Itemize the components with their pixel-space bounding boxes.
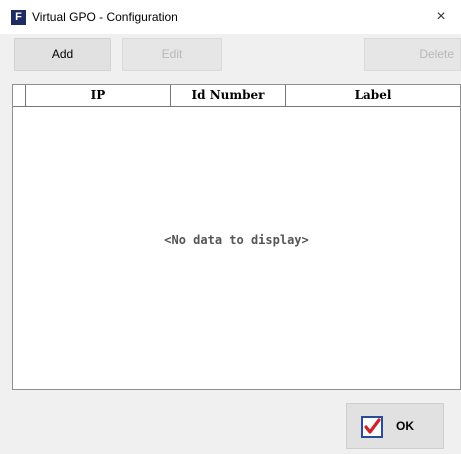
close-button[interactable]: ×	[421, 0, 461, 34]
edit-button[interactable]: Edit	[122, 38, 222, 71]
row-indicator-header	[13, 85, 26, 106]
window-title: Virtual GPO - Configuration	[32, 10, 178, 24]
data-grid[interactable]: IP Id Number Label <No data to display>	[12, 84, 461, 390]
dialog-content: Add Edit Delete IP Id Number Label <No d…	[0, 34, 461, 454]
delete-button[interactable]: Delete	[364, 38, 461, 71]
ok-button[interactable]: OK	[346, 403, 444, 449]
column-header-id-number[interactable]: Id Number	[171, 85, 286, 106]
empty-grid-message: <No data to display>	[164, 233, 309, 247]
checkbox-check-icon	[361, 416, 383, 438]
ok-label: OK	[396, 419, 414, 433]
grid-header: IP Id Number Label	[13, 85, 460, 107]
close-icon: ×	[436, 8, 446, 25]
app-icon: F	[11, 10, 26, 25]
title-bar: F Virtual GPO - Configuration ×	[0, 0, 461, 34]
column-header-ip[interactable]: IP	[26, 85, 171, 106]
column-header-label[interactable]: Label	[286, 85, 460, 106]
add-button[interactable]: Add	[14, 38, 111, 71]
